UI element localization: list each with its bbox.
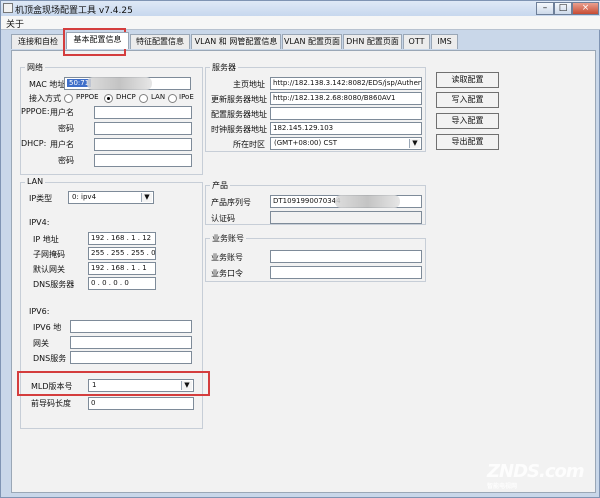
ip-type-label: IP类型 [29,194,53,203]
tab-vlan-config[interactable]: VLAN 配置页面 [282,34,342,49]
config-label: 配置服务器地址 [211,110,267,119]
ipv4-title: IPV4: [29,218,50,227]
ip-type-select[interactable]: 0: ipv4 ▼ [68,191,154,204]
mac-label: MAC 地址 [29,80,66,89]
chevron-down-icon[interactable]: ▼ [409,139,420,148]
pppoe-user-field[interactable] [94,106,192,119]
pppoe-pass-field[interactable] [94,122,192,135]
dhcp-user-label: 用户名 [50,140,74,149]
radio-ipoe-label: IPoE [179,93,194,101]
maximize-icon[interactable]: □ [554,2,572,15]
access-label: 接入方式 [29,94,61,103]
tab-strip: 连接和自检 基本配置信息 特征配置信息 VLAN 和 网管配置信息 VLAN 配… [11,32,597,50]
mask-label: 子网掩码 [33,250,65,259]
tab-basic-config[interactable]: 基本配置信息 [66,32,129,49]
gateway-field[interactable]: 192 . 168 . 1 . 1 [88,262,156,275]
pppoe-user-label: 用户名 [50,108,74,117]
mask-field[interactable]: 255 . 255 . 255 . 0 [88,247,156,260]
ipv6-dns-label: DNS服务 [33,354,67,363]
tab-feature-config[interactable]: 特征配置信息 [130,34,190,49]
mld-highlight-box [17,371,210,396]
basic-config-panel: 网络 MAC 地址 50:71 接入方式 PPPOE DHCP LAN IPoE… [11,50,596,493]
auth-field[interactable] [270,211,422,224]
app-icon [3,3,13,13]
redacted-mac [87,77,152,90]
server-title: 服务器 [210,62,238,73]
ipv6-gateway-field[interactable] [70,336,192,349]
chevron-down-icon[interactable]: ▼ [141,193,152,202]
pppoe-pass-label: 密码 [58,124,74,133]
tab-ott[interactable]: OTT [403,34,430,49]
write-config-button[interactable]: 写入配置 [436,92,499,108]
account-field[interactable] [270,250,422,263]
tab-ims[interactable]: IMS [431,34,458,49]
app-window: 机顶盒现场配置工具 v7.4.25 – □ × 关于 连接和自检 基本配置信息 … [0,0,600,498]
ipv6-title: IPV6: [29,307,50,316]
dns-field[interactable]: 0 . 0 . 0 . 0 [88,277,156,290]
dhcp-pass-field[interactable] [94,154,192,167]
home-label: 主页地址 [233,80,265,89]
server-group: 服务器 主页地址 http://182.138.3.142:8082/EDS/j… [205,62,426,152]
window-title: 机顶盒现场配置工具 v7.4.25 [15,6,133,16]
radio-lan[interactable] [139,94,148,103]
serial-label: 产品序列号 [211,198,251,207]
ipv6-addr-label: IPV6 地 [33,323,62,332]
import-config-button[interactable]: 导入配置 [436,113,499,129]
update-label: 更新服务器地址 [211,95,267,104]
prefix-label: 前导码长度 [31,399,71,408]
time-field[interactable]: 182.145.129.103 [270,122,422,135]
menu-about[interactable]: 关于 [6,17,24,30]
minimize-icon[interactable]: – [536,2,554,15]
time-label: 时钟服务器地址 [211,125,267,134]
dhcp-user-field[interactable] [94,138,192,151]
config-field[interactable] [270,107,422,120]
home-field[interactable]: http://182.138.3.142:8082/EDS/jsp/Authen [270,77,422,90]
business-title: 业务账号 [210,233,246,244]
product-title: 产品 [210,180,230,191]
timezone-select[interactable]: (GMT+08:00) CST ▼ [270,137,422,150]
dhcp-label: DHCP: [21,139,47,148]
update-field[interactable]: http://182.138.2.68:8080/B860AV1 [270,92,422,105]
redacted-serial [335,195,400,208]
pppoe-label: PPPOE: [21,107,50,116]
radio-dhcp-label: DHCP [116,93,136,101]
close-icon[interactable]: × [572,2,599,15]
dns-label: DNS服务器 [33,280,75,289]
tab-dhn-config[interactable]: DHN 配置页面 [343,34,402,49]
read-config-button[interactable]: 读取配置 [436,72,499,88]
ip-label: IP 地址 [33,235,59,244]
radio-pppoe[interactable] [64,94,73,103]
lan-title: LAN [25,177,46,186]
export-config-button[interactable]: 导出配置 [436,134,499,150]
product-group: 产品 产品序列号 DT1091990070344 认证码 [205,180,426,225]
network-title: 网络 [25,62,45,73]
radio-dhcp[interactable] [104,94,113,103]
password-field[interactable] [270,266,422,279]
account-label: 业务账号 [211,253,243,262]
ipv6-dns-field[interactable] [70,351,192,364]
radio-pppoe-label: PPPOE [76,93,99,101]
network-group: 网络 MAC 地址 50:71 接入方式 PPPOE DHCP LAN IPoE… [20,62,203,175]
title-bar: 机顶盒现场配置工具 v7.4.25 – □ × [1,1,600,16]
ip-field[interactable]: 192 . 168 . 1 . 12 [88,232,156,245]
password-label: 业务口令 [211,269,243,278]
auth-label: 认证码 [211,214,235,223]
watermark-logo: ZNDS.com 智能电视网 [487,461,585,490]
ipv6-gateway-label: 网关 [33,339,49,348]
prefix-field[interactable]: 0 [88,397,194,410]
tab-vlan-network[interactable]: VLAN 和 网管配置信息 [191,34,281,49]
dhcp-pass-label: 密码 [58,156,74,165]
tab-connection[interactable]: 连接和自检 [11,34,65,49]
business-group: 业务账号 业务账号 业务口令 [205,233,426,282]
timezone-label: 所在时区 [233,140,265,149]
ipv6-addr-field[interactable] [70,320,192,333]
gateway-label: 默认网关 [33,265,65,274]
radio-lan-label: LAN [151,93,166,101]
radio-ipoe[interactable] [168,94,177,103]
